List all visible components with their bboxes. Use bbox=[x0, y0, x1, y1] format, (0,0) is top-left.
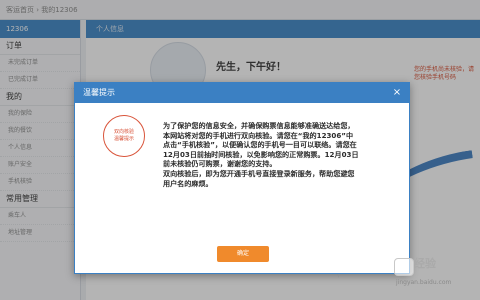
watermark-text: 经验 bbox=[414, 257, 436, 270]
notice-dialog: 温馨提示 × 双向核验 温馨提示 为了保护您的信息安全，并确保购票信息能够准确送… bbox=[74, 82, 410, 274]
dialog-title-bar: 温馨提示 × bbox=[75, 83, 409, 103]
stamp-line-1: 双向核验 bbox=[113, 129, 134, 135]
dialog-paragraph-2: 双向核验后，即为您开通手机号直接登录新服务，帮助您避您用户名的麻烦。 bbox=[163, 168, 355, 188]
dialog-title: 温馨提示 bbox=[83, 88, 115, 97]
stamp-line-2: 温馨提示 bbox=[113, 136, 134, 142]
ok-button[interactable]: 确定 bbox=[217, 246, 269, 262]
dialog-paragraph-1: 为了保护您的信息安全，并确保购票信息能够准确送达给您，本网站将对您的手机进行双向… bbox=[163, 121, 359, 169]
watermark-logo-icon bbox=[394, 258, 414, 276]
close-icon[interactable]: × bbox=[391, 87, 403, 99]
watermark-url: jingyan.baidu.com bbox=[396, 279, 452, 286]
stamp-icon: 双向核验 温馨提示 bbox=[103, 115, 145, 157]
dialog-body: 为了保护您的信息安全，并确保购票信息能够准确送达给您，本网站将对您的手机进行双向… bbox=[163, 121, 359, 188]
